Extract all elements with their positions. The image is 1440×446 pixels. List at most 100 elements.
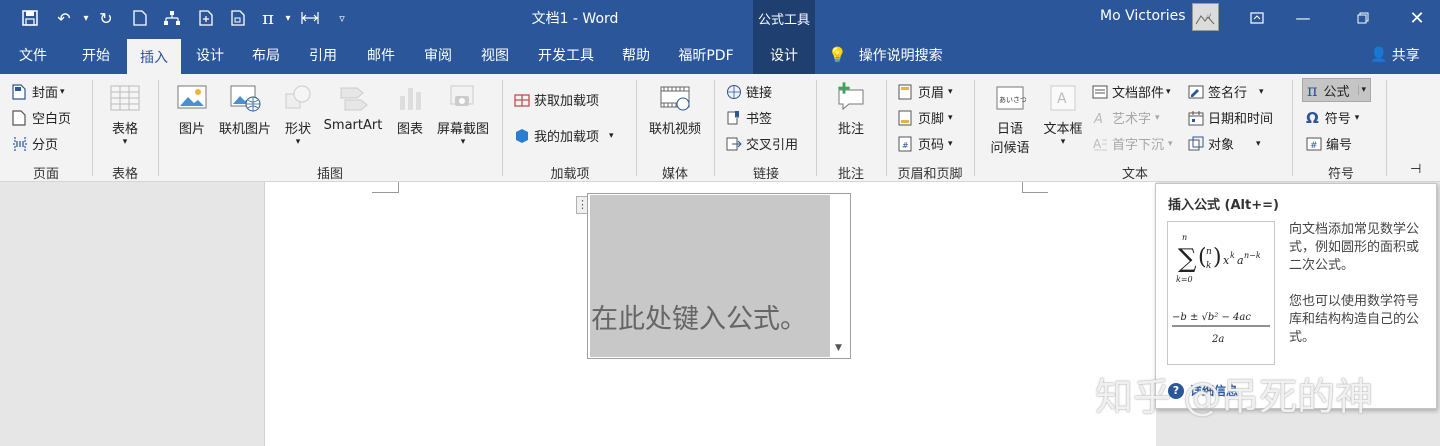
insert-doc-icon[interactable] <box>194 6 218 30</box>
online-picture-button[interactable]: 联机图片 <box>216 82 274 137</box>
pi-equation-icon: π <box>1307 80 1318 100</box>
equation-placeholder-text[interactable]: 在此处键入公式。 <box>591 297 807 336</box>
online-video-label: 联机视频 <box>648 122 701 137</box>
tab-mailings[interactable]: 邮件 <box>356 36 406 74</box>
redo-icon[interactable]: ↻ <box>94 6 118 30</box>
screenshot-icon <box>447 82 479 114</box>
page-number-label: 页码 <box>918 138 945 153</box>
undo-icon[interactable]: ↶ <box>52 6 76 30</box>
watermark: 知乎 @吊死的神 <box>1095 375 1374 419</box>
svg-text:∑: ∑ <box>1178 244 1197 274</box>
tab-foxit-pdf[interactable]: 福昕PDF <box>670 36 742 74</box>
group-label-symbols: 符号 <box>1327 167 1354 182</box>
new-comment-button[interactable]: 批注 <box>828 82 874 137</box>
share-label: 共享 <box>1391 48 1420 64</box>
formula-preview-image: ∑ n k=0 ( n k ) x k a n−k −b ± √b² − 4ac… <box>1167 221 1275 365</box>
tab-developer[interactable]: 开发工具 <box>530 36 602 74</box>
object-button[interactable]: 对象 ▾ <box>1188 134 1261 153</box>
minimize-icon[interactable]: — <box>1280 0 1326 36</box>
my-addins-button[interactable]: 我的加载项 ▾ <box>514 126 614 145</box>
separator <box>714 80 715 176</box>
share-button[interactable]: 👤 共享 <box>1362 36 1428 74</box>
page-break-label: 分页 <box>32 138 59 153</box>
svg-text:−b ± √b² − 4ac: −b ± √b² − 4ac <box>1172 312 1251 323</box>
quick-parts-button[interactable]: 文档部件 ▾ <box>1092 82 1171 101</box>
footer-icon <box>898 110 914 126</box>
smartart-button[interactable]: SmartArt <box>322 82 384 133</box>
screenshot-label: 屏幕截图 <box>436 122 489 137</box>
greeting-icon: あいさつ <box>994 82 1027 114</box>
tell-me-label: 操作说明搜索 <box>858 48 943 64</box>
chart-button[interactable]: 图表 <box>390 82 430 137</box>
equation-label: 公式 <box>1323 84 1350 100</box>
japanese-greeting-button[interactable]: あいさつ 日语 问候语 <box>982 82 1038 156</box>
group-label-media: 媒体 <box>661 167 688 182</box>
tab-insert[interactable]: 插入 <box>127 39 181 74</box>
chart-icon <box>394 82 426 114</box>
cross-reference-button[interactable]: 交叉引用 <box>726 134 798 153</box>
pi-dropdown-icon[interactable]: ▾ <box>276 6 300 30</box>
signature-line-button[interactable]: 签名行 ▾ <box>1188 82 1264 101</box>
equation-dropdown-icon[interactable]: ▾ <box>1357 85 1366 95</box>
new-doc-icon[interactable] <box>128 6 152 30</box>
shapes-button[interactable]: 形状 ▾ <box>278 82 318 147</box>
cover-page-button[interactable]: 封面 ▾ <box>12 82 65 101</box>
tab-home[interactable]: 开始 <box>70 36 122 74</box>
screenshot-button[interactable]: 屏幕截图 ▾ <box>434 82 492 147</box>
customize-qat-icon[interactable]: ▿ <box>330 6 354 30</box>
lightbulb-icon: 💡 <box>828 46 847 64</box>
video-icon <box>659 82 691 114</box>
tab-view[interactable]: 视图 <box>470 36 520 74</box>
comment-label: 批注 <box>837 122 864 137</box>
blank-page-button[interactable]: 空白页 <box>12 108 71 127</box>
equation-button[interactable]: π 公式 ▾ <box>1302 78 1372 102</box>
svg-text:2a: 2a <box>1211 334 1224 345</box>
dropcap-icon: A <box>1092 136 1108 152</box>
page-break-button[interactable]: 分页 <box>12 134 58 153</box>
symbol-button[interactable]: Ω 符号 ▾ <box>1306 108 1359 128</box>
org-chart-icon[interactable] <box>160 6 184 30</box>
group-label-illustrations: 插图 <box>316 167 343 182</box>
picture-button[interactable]: 图片 <box>170 82 214 137</box>
get-addins-button[interactable]: 获取加载项 <box>514 90 599 109</box>
close-icon[interactable]: ✕ <box>1394 0 1440 36</box>
tab-review[interactable]: 审阅 <box>413 36 463 74</box>
header-button[interactable]: 页眉 ▾ <box>898 82 953 101</box>
textbox-button[interactable]: A 文本框 ▾ <box>1040 82 1086 147</box>
user-name[interactable]: Mo Victories <box>1100 8 1186 24</box>
ribbon-display-options-icon[interactable] <box>1234 0 1280 36</box>
page-number-button[interactable]: # 页码 ▾ <box>898 134 953 153</box>
avatar[interactable]: .:/ <box>1192 3 1219 31</box>
page-icon[interactable] <box>226 6 250 30</box>
tell-me-search[interactable]: 💡 操作说明搜索 <box>828 36 958 74</box>
footer-label: 页脚 <box>918 112 945 127</box>
save-icon[interactable] <box>18 6 42 30</box>
tab-file[interactable]: 文件 <box>10 36 56 74</box>
signature-label: 签名行 <box>1208 86 1248 101</box>
header-label: 页眉 <box>918 86 945 101</box>
link-button[interactable]: 链接 <box>726 82 772 101</box>
footer-button[interactable]: 页脚 ▾ <box>898 108 953 127</box>
date-time-button[interactable]: 日期和时间 <box>1188 108 1273 127</box>
tab-equation-design[interactable]: 设计 <box>753 36 815 74</box>
tab-references[interactable]: 引用 <box>298 36 348 74</box>
table-size-icon[interactable] <box>298 6 322 30</box>
online-picture-label: 联机图片 <box>218 122 271 137</box>
dropcap-button[interactable]: A 首字下沉 ▾ <box>1092 134 1173 154</box>
numbering-button[interactable]: # 编号 <box>1306 134 1352 153</box>
online-video-button[interactable]: 联机视频 <box>645 82 705 137</box>
equation-options-icon[interactable]: ▼ <box>835 343 842 353</box>
tooltip-description: 向文档添加常见数学公式，例如圆形的面积或二次公式。 <box>1289 222 1420 273</box>
context-tab-equation-tools: 公式工具 <box>753 0 815 36</box>
pin-ribbon-icon[interactable]: ⊣ <box>1410 162 1421 177</box>
svg-text:#: # <box>1310 141 1318 151</box>
restore-icon[interactable] <box>1340 0 1386 36</box>
bookmark-button[interactable]: 书签 <box>726 108 772 127</box>
table-button[interactable]: 表格 ▾ <box>102 82 148 147</box>
tab-design[interactable]: 设计 <box>186 36 234 74</box>
tab-layout[interactable]: 布局 <box>242 36 290 74</box>
wordart-button[interactable]: A 艺术字 ▾ <box>1092 108 1160 128</box>
cross-reference-icon <box>726 136 742 152</box>
margin-mark <box>398 182 399 193</box>
tab-help[interactable]: 帮助 <box>612 36 660 74</box>
